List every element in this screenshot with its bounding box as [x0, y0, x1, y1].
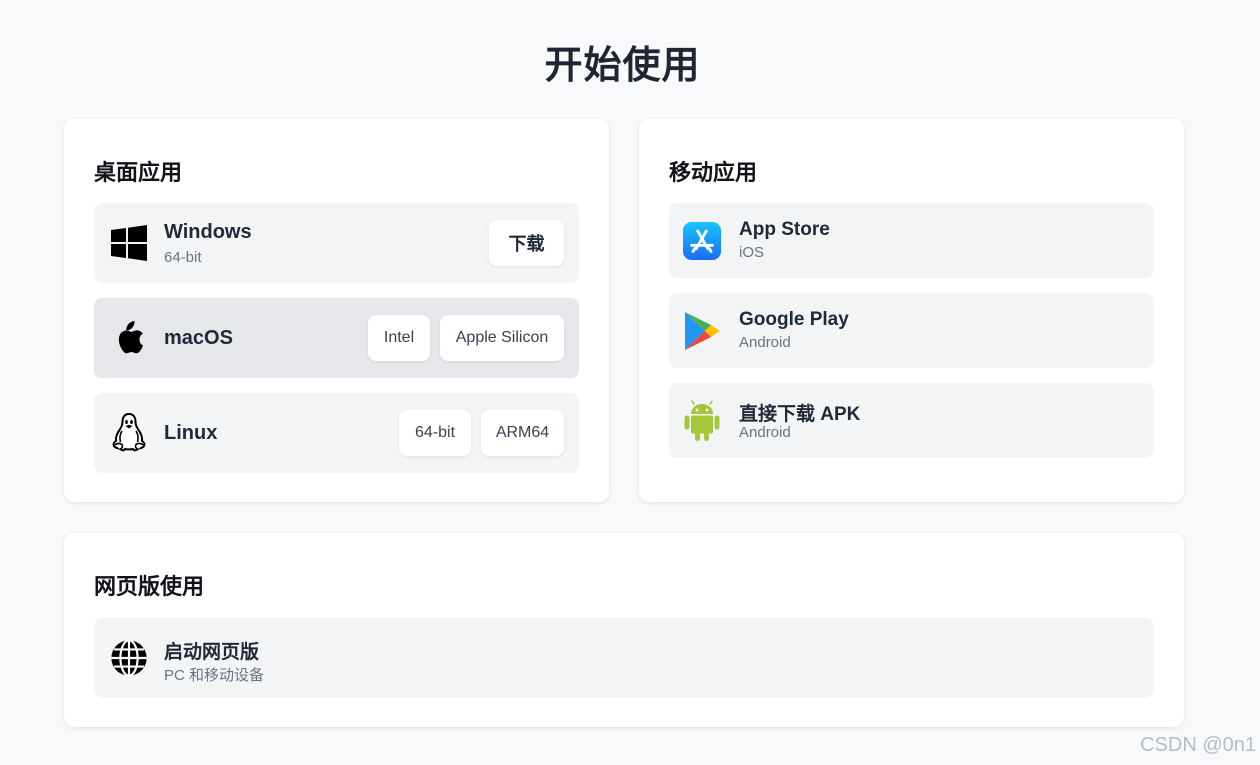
google-play-row[interactable]: Google Play Android: [669, 293, 1154, 368]
linux-row[interactable]: Linux 64-bit ARM64: [94, 393, 579, 473]
windows-download-button[interactable]: 下载: [489, 220, 564, 266]
google-play-icon: [683, 311, 721, 351]
desktop-apps-title: 桌面应用: [94, 160, 183, 185]
linux-arm64-button[interactable]: ARM64: [481, 410, 564, 456]
app-store-icon: [683, 221, 721, 261]
google-play-name: Google Play: [739, 309, 849, 330]
launch-web-row[interactable]: 启动网页版 PC 和移动设备: [94, 618, 1154, 698]
macos-apple-silicon-button[interactable]: Apple Silicon: [440, 315, 564, 361]
linux-64bit-button[interactable]: 64-bit: [399, 410, 471, 456]
launch-web-name: 启动网页版: [164, 642, 260, 663]
windows-icon: [110, 223, 148, 263]
google-play-sub: Android: [739, 334, 791, 351]
desktop-apps-card: 桌面应用 Windows 64-bit 下载 macOS Intel Apple…: [64, 119, 609, 502]
web-version-card: 网页版使用 启动网页版 PC 和移动设备: [64, 533, 1184, 727]
windows-name: Windows: [164, 221, 252, 243]
macos-row[interactable]: macOS Intel Apple Silicon: [94, 298, 579, 378]
web-version-title: 网页版使用: [94, 574, 205, 599]
mobile-apps-card: 移动应用 App Store iOS Google Play Android 直…: [639, 119, 1184, 502]
apk-sub: Android: [739, 424, 791, 441]
linux-icon: [110, 412, 148, 453]
launch-web-sub: PC 和移动设备: [164, 667, 265, 684]
android-icon: [683, 399, 721, 441]
windows-sub: 64-bit: [164, 249, 202, 266]
globe-icon: [110, 638, 148, 678]
macos-name: macOS: [164, 327, 233, 349]
apk-name: 直接下载 APK: [739, 404, 861, 425]
watermark: CSDN @0n1: [1140, 734, 1256, 756]
page-title: 开始使用: [544, 45, 701, 87]
mobile-apps-title: 移动应用: [669, 160, 758, 185]
macos-intel-button[interactable]: Intel: [368, 315, 430, 361]
windows-row[interactable]: Windows 64-bit 下载: [94, 203, 579, 283]
app-store-row[interactable]: App Store iOS: [669, 203, 1154, 278]
app-store-name: App Store: [739, 219, 830, 240]
apk-download-row[interactable]: 直接下载 APK Android: [669, 383, 1154, 458]
linux-name: Linux: [164, 422, 218, 444]
app-store-sub: iOS: [739, 244, 765, 261]
apple-icon: [110, 318, 148, 358]
